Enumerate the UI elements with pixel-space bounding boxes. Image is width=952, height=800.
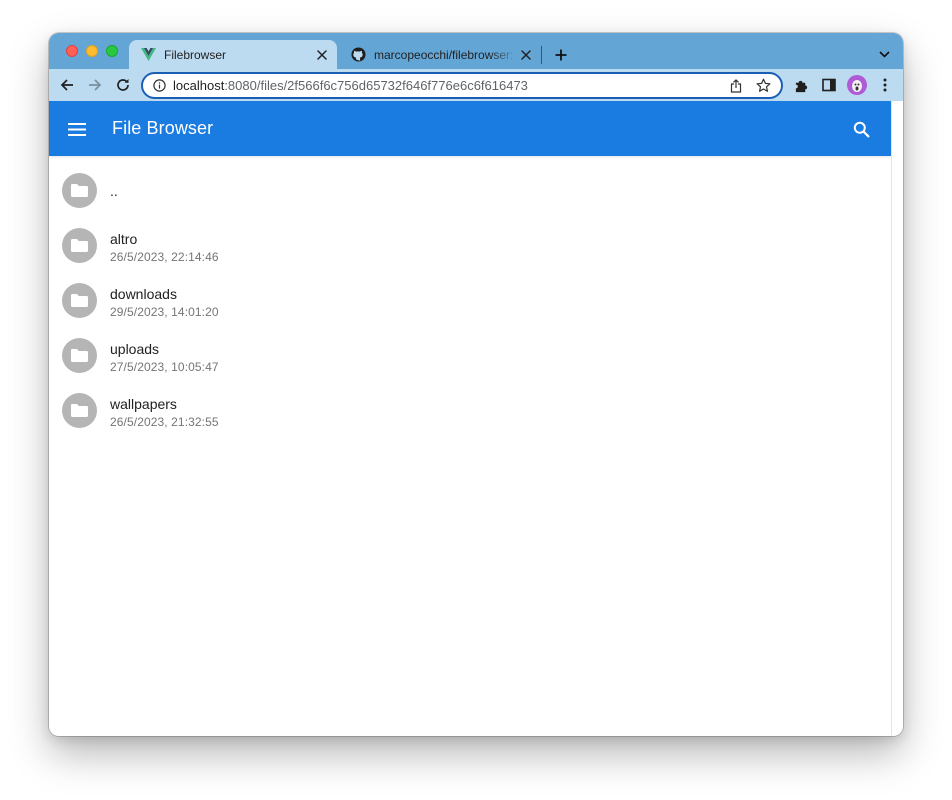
list-item[interactable]: wallpapers 26/5/2023, 21:32:55 — [49, 376, 891, 431]
info-icon[interactable] — [151, 78, 167, 94]
item-name: downloads — [110, 286, 177, 302]
item-name: wallpapers — [110, 396, 177, 412]
item-date: 26/5/2023, 22:14:46 — [110, 250, 219, 264]
item-name: altro — [110, 231, 138, 247]
folder-icon — [62, 338, 97, 373]
tab-filebrowser[interactable]: Filebrowser — [129, 40, 337, 69]
hamburger-icon — [68, 122, 86, 136]
app-title: File Browser — [112, 118, 214, 138]
arrow-right-icon — [89, 79, 102, 91]
address-bar[interactable]: localhost:8080/files/2f566f6c756d65732f6… — [141, 72, 783, 99]
tab-github[interactable]: marcopeocchi/filebrowser: ligh — [339, 40, 541, 69]
list-item-parent-dir[interactable]: .. — [49, 156, 891, 211]
chevron-down-icon — [878, 50, 890, 58]
url-host: localhost — [173, 78, 225, 93]
reload-icon — [117, 79, 129, 91]
window-maximize-button[interactable] — [106, 45, 118, 57]
search-icon — [853, 121, 870, 138]
item-name: .. — [110, 183, 118, 199]
app-bar: File Browser — [49, 101, 891, 156]
url-text[interactable]: localhost:8080/files/2f566f6c756d65732f6… — [173, 78, 727, 93]
forward-button[interactable] — [85, 75, 105, 95]
window-minimize-button[interactable] — [86, 45, 98, 57]
browser-menu-button[interactable] — [875, 75, 895, 95]
vue-icon — [140, 47, 156, 63]
folder-icon — [62, 173, 97, 208]
puzzle-icon — [795, 80, 807, 92]
list-item[interactable]: altro 26/5/2023, 22:14:46 — [49, 211, 891, 266]
list-item[interactable]: uploads 27/5/2023, 10:05:47 — [49, 321, 891, 376]
avatar-icon — [852, 80, 862, 92]
file-list: .. altro 26/5/2023, 22:14:46 downloads 2… — [49, 156, 891, 431]
profile-avatar[interactable] — [847, 75, 867, 95]
item-name: uploads — [110, 341, 160, 357]
more-vertical-icon — [883, 78, 887, 92]
menu-button[interactable] — [65, 117, 89, 141]
reload-button[interactable] — [113, 75, 133, 95]
list-item[interactable]: downloads 29/5/2023, 14:01:20 — [49, 266, 891, 321]
side-panel-button[interactable] — [819, 75, 839, 95]
close-icon[interactable] — [518, 47, 534, 63]
tab-title: Filebrowser — [164, 47, 227, 62]
url-path: :8080/files/2f566f6c756d65732f646f776e6c… — [224, 78, 528, 93]
back-button[interactable] — [57, 75, 77, 95]
arrow-left-icon — [60, 79, 73, 91]
item-date: 27/5/2023, 10:05:47 — [110, 360, 219, 374]
extensions-button[interactable] — [791, 75, 811, 95]
share-icon[interactable] — [727, 77, 745, 95]
page-content: File Browser .. altro 26/5/2023, 22:14:4… — [49, 101, 891, 736]
github-icon — [350, 47, 366, 63]
folder-icon — [62, 228, 97, 263]
tab-strip: Filebrowser marcopeocchi/filebrowser: li… — [49, 33, 903, 69]
window-close-button[interactable] — [66, 45, 78, 57]
side-panel-icon — [822, 78, 836, 92]
plus-icon — [555, 49, 567, 61]
item-date: 26/5/2023, 21:32:55 — [110, 415, 219, 429]
tab-search-button[interactable] — [875, 45, 893, 63]
close-icon[interactable] — [314, 47, 330, 63]
new-tab-button[interactable] — [551, 45, 571, 65]
item-date: 29/5/2023, 14:01:20 — [110, 305, 219, 319]
tab-separator — [541, 46, 542, 64]
folder-icon — [62, 393, 97, 428]
browser-toolbar: localhost:8080/files/2f566f6c756d65732f6… — [49, 69, 903, 101]
browser-window: Filebrowser marcopeocchi/filebrowser: li… — [49, 33, 903, 736]
page-scrollbar[interactable] — [891, 101, 903, 736]
search-button[interactable] — [849, 117, 873, 141]
tab-title: marcopeocchi/filebrowser: ligh — [374, 47, 518, 62]
bookmark-star-icon[interactable] — [754, 77, 772, 95]
folder-icon — [62, 283, 97, 318]
